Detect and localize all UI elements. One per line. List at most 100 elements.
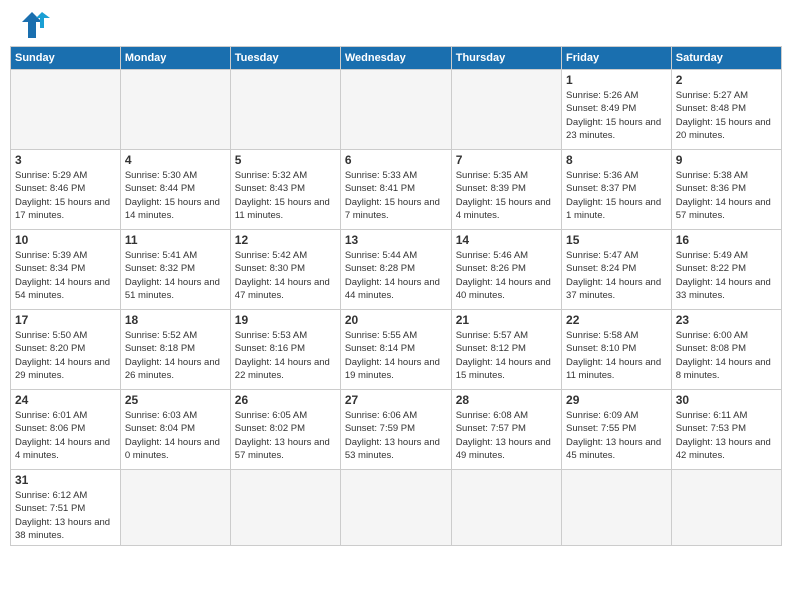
- calendar-cell: [230, 470, 340, 546]
- day-info: Sunrise: 5:52 AM Sunset: 8:18 PM Dayligh…: [125, 329, 226, 382]
- calendar-cell: 29 Sunrise: 6:09 AM Sunset: 7:55 PM Dayli…: [562, 390, 672, 470]
- day-info: Sunrise: 5:30 AM Sunset: 8:44 PM Dayligh…: [125, 169, 226, 222]
- day-number: 30: [676, 393, 777, 407]
- day-info: Sunrise: 5:53 AM Sunset: 8:16 PM Dayligh…: [235, 329, 336, 382]
- day-number: 2: [676, 73, 777, 87]
- calendar-cell: 9 Sunrise: 5:38 AM Sunset: 8:36 PM Daylig…: [671, 150, 781, 230]
- day-number: 13: [345, 233, 447, 247]
- day-info: Sunrise: 5:32 AM Sunset: 8:43 PM Dayligh…: [235, 169, 336, 222]
- calendar-cell: [671, 470, 781, 546]
- day-number: 3: [15, 153, 116, 167]
- calendar-cell: 7Sunrise: 5:35 AM Sunset: 8:39 PM Daylig…: [451, 150, 561, 230]
- day-info: Sunrise: 6:01 AM Sunset: 8:06 PM Dayligh…: [15, 409, 116, 462]
- day-info: Sunrise: 6:12 AM Sunset: 7:51 PM Dayligh…: [15, 489, 116, 542]
- day-number: 16: [676, 233, 777, 247]
- calendar-cell: 15 Sunrise: 5:47 AM Sunset: 8:24 PM Dayli…: [562, 230, 672, 310]
- calendar-week-row: 3 Sunrise: 5:29 AM Sunset: 8:46 PM Daylig…: [11, 150, 782, 230]
- calendar-cell: 19 Sunrise: 5:53 AM Sunset: 8:16 PM Dayli…: [230, 310, 340, 390]
- day-number: 17: [15, 313, 116, 327]
- day-number: 24: [15, 393, 116, 407]
- day-number: 28: [456, 393, 557, 407]
- day-number: 19: [235, 313, 336, 327]
- day-number: 21: [456, 313, 557, 327]
- calendar-cell: 5 Sunrise: 5:32 AM Sunset: 8:43 PM Daylig…: [230, 150, 340, 230]
- day-info: Sunrise: 5:38 AM Sunset: 8:36 PM Dayligh…: [676, 169, 777, 222]
- weekday-header: Thursday: [451, 47, 561, 70]
- calendar-cell: 4 Sunrise: 5:30 AM Sunset: 8:44 PM Daylig…: [120, 150, 230, 230]
- day-number: 14: [456, 233, 557, 247]
- day-number: 12: [235, 233, 336, 247]
- day-info: Sunrise: 5:42 AM Sunset: 8:30 PM Dayligh…: [235, 249, 336, 302]
- day-number: 29: [566, 393, 667, 407]
- day-number: 26: [235, 393, 336, 407]
- calendar-cell: 18 Sunrise: 5:52 AM Sunset: 8:18 PM Dayli…: [120, 310, 230, 390]
- calendar-cell: [451, 70, 561, 150]
- day-info: Sunrise: 5:33 AM Sunset: 8:41 PM Dayligh…: [345, 169, 447, 222]
- day-number: 31: [15, 473, 116, 487]
- calendar-cell: 10 Sunrise: 5:39 AM Sunset: 8:34 PM Dayli…: [11, 230, 121, 310]
- day-info: Sunrise: 5:29 AM Sunset: 8:46 PM Dayligh…: [15, 169, 116, 222]
- day-info: Sunrise: 5:46 AM Sunset: 8:26 PM Dayligh…: [456, 249, 557, 302]
- calendar-week-row: 10 Sunrise: 5:39 AM Sunset: 8:34 PM Dayli…: [11, 230, 782, 310]
- calendar-cell: [340, 470, 451, 546]
- weekday-header: Friday: [562, 47, 672, 70]
- calendar-cell: 27 Sunrise: 6:06 AM Sunset: 7:59 PM Dayli…: [340, 390, 451, 470]
- weekday-header: Tuesday: [230, 47, 340, 70]
- day-number: 1: [566, 73, 667, 87]
- day-info: Sunrise: 6:00 AM Sunset: 8:08 PM Dayligh…: [676, 329, 777, 382]
- day-info: Sunrise: 6:11 AM Sunset: 7:53 PM Dayligh…: [676, 409, 777, 462]
- day-info: Sunrise: 5:58 AM Sunset: 8:10 PM Dayligh…: [566, 329, 667, 382]
- weekday-header: Monday: [120, 47, 230, 70]
- day-info: Sunrise: 6:03 AM Sunset: 8:04 PM Dayligh…: [125, 409, 226, 462]
- calendar-cell: 3 Sunrise: 5:29 AM Sunset: 8:46 PM Daylig…: [11, 150, 121, 230]
- day-number: 9: [676, 153, 777, 167]
- day-info: Sunrise: 5:55 AM Sunset: 8:14 PM Dayligh…: [345, 329, 447, 382]
- calendar-week-row: 17 Sunrise: 5:50 AM Sunset: 8:20 PM Dayli…: [11, 310, 782, 390]
- calendar-cell: 14 Sunrise: 5:46 AM Sunset: 8:26 PM Dayli…: [451, 230, 561, 310]
- day-number: 4: [125, 153, 226, 167]
- calendar-cell: 1 Sunrise: 5:26 AM Sunset: 8:49 PM Daylig…: [562, 70, 672, 150]
- calendar-cell: 17 Sunrise: 5:50 AM Sunset: 8:20 PM Dayli…: [11, 310, 121, 390]
- calendar-cell: 13 Sunrise: 5:44 AM Sunset: 8:28 PM Dayli…: [340, 230, 451, 310]
- calendar-table: SundayMondayTuesdayWednesdayThursdayFrid…: [10, 46, 782, 546]
- day-number: 18: [125, 313, 226, 327]
- day-info: Sunrise: 5:35 AM Sunset: 8:39 PM Dayligh…: [456, 169, 557, 222]
- calendar-cell: [120, 470, 230, 546]
- calendar-week-row: 1 Sunrise: 5:26 AM Sunset: 8:49 PM Daylig…: [11, 70, 782, 150]
- day-info: Sunrise: 5:41 AM Sunset: 8:32 PM Dayligh…: [125, 249, 226, 302]
- day-number: 10: [15, 233, 116, 247]
- calendar-cell: 25 Sunrise: 6:03 AM Sunset: 8:04 PM Dayli…: [120, 390, 230, 470]
- calendar-week-row: 31 Sunrise: 6:12 AM Sunset: 7:51 PM Dayli…: [11, 470, 782, 546]
- day-info: Sunrise: 5:50 AM Sunset: 8:20 PM Dayligh…: [15, 329, 116, 382]
- day-info: Sunrise: 5:39 AM Sunset: 8:34 PM Dayligh…: [15, 249, 116, 302]
- day-number: 15: [566, 233, 667, 247]
- calendar-cell: 26Sunrise: 6:05 AM Sunset: 8:02 PM Dayli…: [230, 390, 340, 470]
- calendar-cell: 2Sunrise: 5:27 AM Sunset: 8:48 PM Daylig…: [671, 70, 781, 150]
- calendar-cell: 20 Sunrise: 5:55 AM Sunset: 8:14 PM Dayli…: [340, 310, 451, 390]
- day-number: 5: [235, 153, 336, 167]
- day-number: 6: [345, 153, 447, 167]
- day-info: Sunrise: 6:09 AM Sunset: 7:55 PM Dayligh…: [566, 409, 667, 462]
- day-info: Sunrise: 5:44 AM Sunset: 8:28 PM Dayligh…: [345, 249, 447, 302]
- calendar-cell: 6 Sunrise: 5:33 AM Sunset: 8:41 PM Daylig…: [340, 150, 451, 230]
- day-number: 20: [345, 313, 447, 327]
- calendar-cell: 23Sunrise: 6:00 AM Sunset: 8:08 PM Dayli…: [671, 310, 781, 390]
- day-info: Sunrise: 6:06 AM Sunset: 7:59 PM Dayligh…: [345, 409, 447, 462]
- day-number: 27: [345, 393, 447, 407]
- calendar-cell: 30 Sunrise: 6:11 AM Sunset: 7:53 PM Dayli…: [671, 390, 781, 470]
- page-header: [10, 10, 782, 40]
- weekday-header: Wednesday: [340, 47, 451, 70]
- calendar-cell: 11Sunrise: 5:41 AM Sunset: 8:32 PM Dayli…: [120, 230, 230, 310]
- calendar-cell: 28 Sunrise: 6:08 AM Sunset: 7:57 PM Dayli…: [451, 390, 561, 470]
- logo-icon: [14, 10, 50, 40]
- day-info: Sunrise: 6:08 AM Sunset: 7:57 PM Dayligh…: [456, 409, 557, 462]
- day-info: Sunrise: 5:26 AM Sunset: 8:49 PM Dayligh…: [566, 89, 667, 142]
- calendar-cell: 12 Sunrise: 5:42 AM Sunset: 8:30 PM Dayli…: [230, 230, 340, 310]
- day-info: Sunrise: 5:49 AM Sunset: 8:22 PM Dayligh…: [676, 249, 777, 302]
- day-number: 25: [125, 393, 226, 407]
- day-info: Sunrise: 5:57 AM Sunset: 8:12 PM Dayligh…: [456, 329, 557, 382]
- day-info: Sunrise: 5:36 AM Sunset: 8:37 PM Dayligh…: [566, 169, 667, 222]
- calendar-cell: [11, 70, 121, 150]
- calendar-cell: 8Sunrise: 5:36 AM Sunset: 8:37 PM Daylig…: [562, 150, 672, 230]
- day-info: Sunrise: 5:47 AM Sunset: 8:24 PM Dayligh…: [566, 249, 667, 302]
